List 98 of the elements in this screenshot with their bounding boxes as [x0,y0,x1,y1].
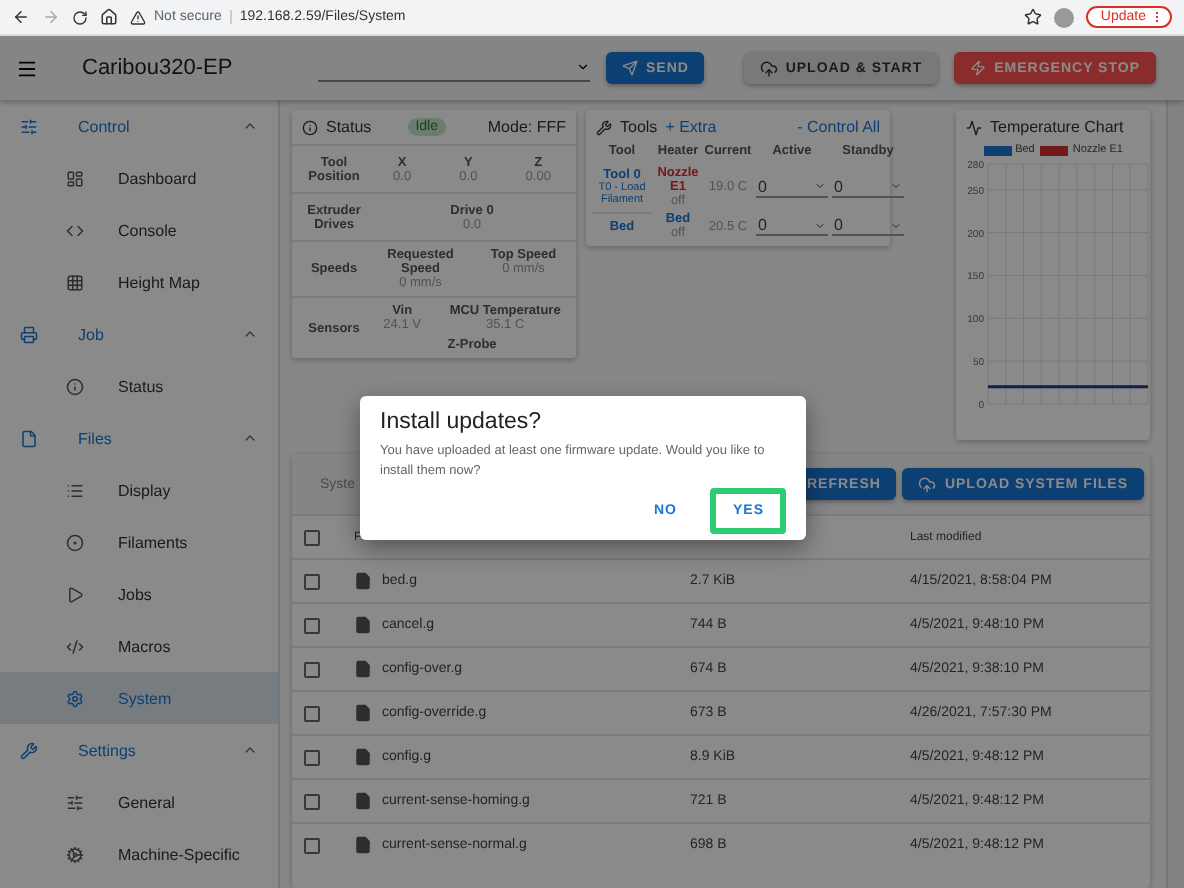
sidebar-group[interactable]: Files [0,412,278,464]
info-icon [302,119,318,135]
kebab-icon [1150,10,1164,24]
chart-icon [966,119,982,135]
row-checkbox[interactable] [304,837,320,853]
wrench-icon [596,119,612,135]
item-icon [66,221,84,239]
cloud-upload-icon [918,475,937,493]
select-all-checkbox[interactable] [304,529,320,545]
item-label: Display [118,481,171,499]
send-icon [622,60,638,76]
sidebar-item[interactable]: Jobs [0,568,278,620]
card-title: Tools [620,118,658,136]
group-icon [20,117,38,135]
item-label: Filaments [118,533,188,551]
sidebar-item[interactable]: System [0,672,278,724]
row-checkbox[interactable] [304,793,320,809]
caret-icon [814,219,826,231]
chevron-up-icon [242,742,258,758]
row-checkbox[interactable] [304,617,320,633]
item-icon [66,481,84,499]
group-label: Files [78,429,114,447]
item-label: System [118,689,172,707]
item-label: Machine-Specific [118,845,240,863]
item-label: Dashboard [118,169,197,187]
card-title: Temperature Chart [990,118,1124,136]
item-label: Console [118,221,177,239]
item-icon [66,793,84,811]
item-label: Height Map [118,273,200,291]
menu-icon[interactable] [16,57,38,79]
item-label: General [118,793,175,811]
file-icon [354,616,372,634]
warning-icon [130,9,146,25]
item-label: Jobs [118,585,152,603]
file-icon [354,836,372,854]
row-checkbox[interactable] [304,749,320,765]
active-temperature-select[interactable]: 0 [756,177,828,197]
active-temperature-select[interactable]: 0 [756,216,828,236]
forward-icon[interactable] [42,8,60,26]
sidebar-group[interactable]: Job [0,308,278,360]
sidebar-item[interactable]: Filaments [0,516,278,568]
standby-temperature-select[interactable]: 0 [832,216,904,236]
chevron-up-icon [242,118,258,134]
sidebar-item[interactable]: Macros [0,620,278,672]
caret-icon [890,219,902,231]
item-icon [66,689,84,707]
row-checkbox[interactable] [304,705,320,721]
home-icon[interactable] [100,8,118,26]
sidebar-group[interactable]: Control [0,100,278,152]
sidebar-item[interactable]: Machine-Specific [0,828,278,880]
file-icon [354,572,372,590]
item-icon [66,637,84,655]
file-icon [354,704,372,722]
scrollbar[interactable] [1166,100,1184,888]
caret-icon [814,180,826,192]
sidebar-item[interactable]: Status [0,360,278,412]
item-icon [66,585,84,603]
cloud-upload-icon [759,59,778,77]
standby-temperature-select[interactable]: 0 [832,177,904,197]
extra-link[interactable]: + Extra [665,118,790,136]
dialog-title: Install updates? [380,410,544,434]
file-icon [354,748,372,766]
sidebar-item[interactable]: General [0,776,278,828]
sidebar-item[interactable]: Dashboard [0,152,278,204]
group-icon [20,741,38,759]
sidebar-item[interactable]: Display [0,464,278,516]
group-label: Settings [78,741,138,759]
reload-icon[interactable] [72,9,88,25]
item-icon [66,169,84,187]
control-all-link[interactable]: - Control All [797,118,880,136]
profile-avatar[interactable] [1054,7,1075,27]
item-label: Status [118,377,164,395]
caret-icon [576,60,590,74]
bookmark-star-icon[interactable] [1024,8,1043,26]
app-title: Caribou320-EP [82,56,235,80]
row-checkbox[interactable] [304,573,320,589]
card-title: Status [326,118,372,136]
lightning-icon [970,60,987,76]
group-label: Control [78,117,132,135]
file-icon [354,660,372,678]
item-label: Macros [118,637,171,655]
item-icon [66,533,84,551]
item-icon [66,377,84,395]
group-icon [20,429,38,447]
mode-text: Mode: FFF [487,118,566,136]
chevron-up-icon [242,326,258,342]
group-label: Job [78,325,106,343]
back-icon[interactable] [12,8,30,26]
item-icon [66,845,84,863]
group-icon [20,325,38,343]
item-icon [66,273,84,291]
sidebar-item[interactable]: Height Map [0,256,278,308]
sidebar-group[interactable]: Settings [0,724,278,776]
caret-icon [890,180,902,192]
file-icon [354,792,372,810]
sidebar-item[interactable]: Console [0,204,278,256]
chevron-up-icon [242,430,258,446]
row-checkbox[interactable] [304,661,320,677]
